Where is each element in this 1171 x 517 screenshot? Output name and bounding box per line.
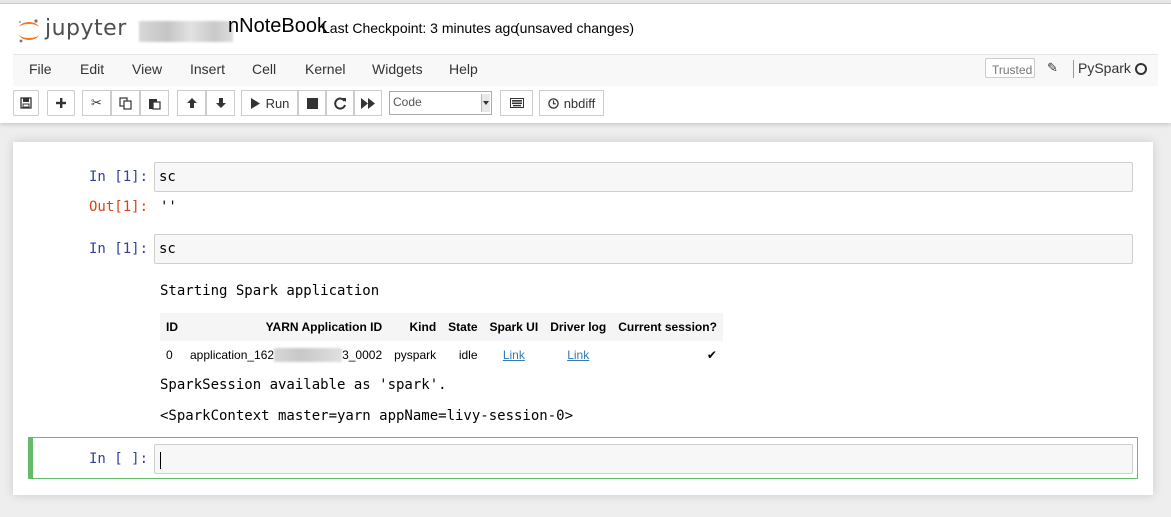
move-cell-up-button[interactable] <box>177 90 206 116</box>
col-id: ID <box>160 313 184 341</box>
last-checkpoint: Last Checkpoint: 3 minutes ago <box>322 20 519 36</box>
restart-icon <box>333 97 346 109</box>
col-spark-ui: Spark UI <box>483 313 545 341</box>
kernel-idle-indicator-icon <box>1135 63 1147 75</box>
cell-1-input-prompt: In [1]: <box>89 169 149 185</box>
cell-kind: pyspark <box>394 348 437 362</box>
cell-2-code-editor[interactable]: sc <box>154 234 1133 264</box>
col-yarn-app-id: YARN Application ID <box>184 313 389 341</box>
cell-1-output-prompt: Out[1]: <box>89 199 149 215</box>
redacted-name-part <box>139 21 233 42</box>
notebook-header: jupyter nNoteBook Last Checkpoint: 3 min… <box>0 4 1171 123</box>
cell-state: idle <box>458 348 478 362</box>
cut-cells-button[interactable]: ✂ <box>82 90 111 116</box>
copy-cells-button[interactable] <box>111 90 140 116</box>
table-row: 0 application_162 3_0002 pyspark idle Lin… <box>160 341 723 369</box>
spark-ui-link[interactable]: Link <box>503 348 525 362</box>
menu-widgets[interactable]: Widgets <box>372 61 423 77</box>
cell-1-code-editor[interactable]: sc <box>154 162 1133 192</box>
save-icon <box>20 97 32 109</box>
command-palette-button[interactable] <box>500 90 533 116</box>
arrow-down-icon <box>215 98 226 108</box>
menubar: File Edit View Insert Cell Kernel Widget… <box>13 54 1158 86</box>
fast-forward-icon <box>361 97 375 109</box>
cell-2-input-prompt: In [1]: <box>89 241 149 257</box>
cell-1-source: sc <box>159 169 176 185</box>
insert-cell-below-button[interactable] <box>47 90 75 116</box>
move-cell-down-button[interactable] <box>206 90 235 116</box>
autosave-status: (unsaved changes) <box>515 20 635 36</box>
jupyter-logo[interactable]: jupyter <box>17 16 137 45</box>
cell-1-output: '' <box>160 199 177 215</box>
col-kind: Kind <box>388 313 443 341</box>
selected-cell-edit-bar <box>28 437 33 479</box>
cell-2-source: sc <box>159 241 176 257</box>
table-header-row: ID YARN Application ID Kind State Spark … <box>160 313 723 341</box>
driver-log-link[interactable]: Link <box>567 348 589 362</box>
trusted-indicator[interactable]: Trusted <box>985 58 1035 78</box>
restart-kernel-button[interactable] <box>326 90 354 116</box>
menu-view[interactable]: View <box>132 61 162 77</box>
keyboard-icon <box>509 98 524 108</box>
app-id-suffix: 3_0002 <box>342 347 383 362</box>
cell-yarn-app-id: application_162 3_0002 <box>184 341 388 369</box>
interrupt-kernel-button[interactable] <box>298 90 326 116</box>
cell-driver-log: Link <box>544 341 612 369</box>
cell-3-input-prompt: In [ ]: <box>89 451 149 467</box>
stop-icon <box>306 97 318 109</box>
menu-kernel[interactable]: Kernel <box>305 61 345 77</box>
menu-insert[interactable]: Insert <box>190 61 225 77</box>
clock-icon <box>547 97 559 109</box>
paste-icon <box>149 98 161 110</box>
text-cursor <box>160 452 161 469</box>
menu-help[interactable]: Help <box>449 61 478 77</box>
run-button[interactable]: Run <box>241 90 298 116</box>
cell-2-output-context: <SparkContext master=yarn appName=livy-s… <box>160 408 574 424</box>
arrow-up-icon <box>186 98 197 108</box>
redacted-app-id <box>274 348 343 363</box>
notebook-title[interactable]: nNoteBook <box>228 15 327 38</box>
pencil-icon[interactable]: ✎ <box>1047 60 1058 76</box>
play-icon <box>250 97 260 109</box>
cell-type-select[interactable]: Code <box>389 91 492 115</box>
scissors-icon: ✂ <box>91 95 102 110</box>
notebook-container: In [1]: sc Out[1]: '' In [1]: sc Startin… <box>13 142 1153 495</box>
cell-3-code-editor[interactable] <box>154 444 1133 474</box>
chevron-down-icon <box>481 94 490 112</box>
kernel-name[interactable]: PySpark <box>1078 60 1131 76</box>
jupyter-logo-text: jupyter <box>45 16 127 41</box>
paste-cells-button[interactable] <box>140 90 169 116</box>
jupyter-logo-icon <box>19 19 39 43</box>
run-button-label: Run <box>265 95 290 111</box>
copy-icon <box>119 96 132 110</box>
plus-icon <box>56 98 66 108</box>
kernel-divider <box>1073 60 1074 78</box>
save-button[interactable] <box>13 90 39 116</box>
nbdiff-label: nbdiff <box>563 95 596 111</box>
menu-cell[interactable]: Cell <box>252 61 276 77</box>
cell-2-output-starting: Starting Spark application <box>160 283 380 299</box>
cell-current-session: ✔ <box>706 348 717 362</box>
cell-id: 0 <box>166 348 173 362</box>
menu-edit[interactable]: Edit <box>80 61 104 77</box>
nbdiff-button[interactable]: nbdiff <box>539 90 604 116</box>
cell-spark-ui: Link <box>484 341 545 369</box>
cell-2-output-session: SparkSession available as 'spark'. <box>160 377 447 393</box>
menu-file[interactable]: File <box>29 61 52 77</box>
col-current-session: Current session? <box>612 313 723 341</box>
toolbar: ✂ Run Code nbdiff <box>13 90 1158 118</box>
cell-type-value: Code <box>393 95 422 109</box>
col-driver-log: Driver log <box>544 313 613 341</box>
app-id-prefix: application_162 <box>190 347 275 362</box>
col-state: State <box>442 313 484 341</box>
spark-session-table: ID YARN Application ID Kind State Spark … <box>160 313 723 369</box>
restart-run-all-button[interactable] <box>354 90 382 116</box>
